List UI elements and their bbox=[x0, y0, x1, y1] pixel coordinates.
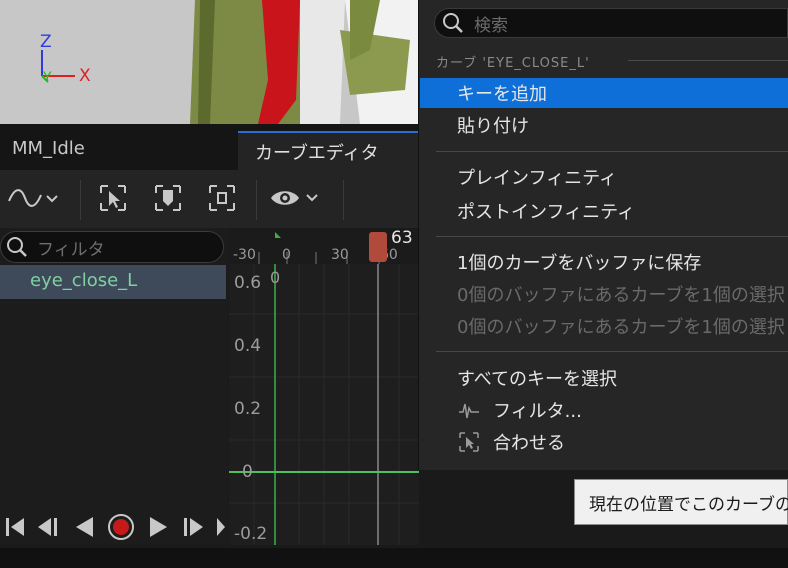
step-back-icon bbox=[38, 518, 57, 536]
curve-list-item-label: eye_close_L bbox=[30, 270, 138, 291]
y-axis-label: 0.2 bbox=[234, 399, 262, 419]
menu-item-filter[interactable]: フィルタ... bbox=[493, 397, 582, 423]
menu-item-paste[interactable]: 貼り付け bbox=[457, 112, 529, 138]
curve-view-mode-button[interactable] bbox=[4, 178, 62, 218]
curve-list-item[interactable]: eye_close_L bbox=[0, 265, 226, 299]
retime-tool-button[interactable] bbox=[151, 178, 185, 218]
ruler-tick-label: 30 bbox=[331, 247, 349, 263]
key-frame-label: 0 bbox=[270, 268, 281, 287]
play-reverse-icon bbox=[76, 517, 93, 537]
tab-mm-idle[interactable]: MM_Idle bbox=[12, 138, 85, 159]
menu-item-fit[interactable]: 合わせる bbox=[493, 429, 565, 455]
menu-divider bbox=[436, 236, 788, 237]
menu-item-add-key[interactable]: キーを追加 bbox=[457, 80, 547, 106]
ruler-tick-label: 0 bbox=[282, 247, 291, 263]
y-axis-label: -0.2 bbox=[234, 524, 268, 544]
menu-item-select-all-keys[interactable]: すべてのキーを選択 bbox=[457, 365, 617, 391]
play-reverse-button[interactable] bbox=[70, 513, 98, 541]
viewport-3d[interactable]: Z Y X bbox=[0, 0, 420, 124]
fit-icon bbox=[459, 432, 479, 452]
toolbar-separator bbox=[80, 180, 81, 220]
record-button[interactable] bbox=[105, 513, 137, 541]
menu-item-store-buffer[interactable]: 1個のカーブをバッファに保存 bbox=[457, 249, 701, 275]
play-icon bbox=[150, 517, 167, 537]
tab-curve-editor[interactable]: カーブエディタ bbox=[238, 131, 420, 170]
toolbar-separator bbox=[256, 180, 257, 220]
curve-filter-placeholder: フィルタ bbox=[37, 240, 105, 260]
axis-x-label: X bbox=[79, 66, 91, 86]
step-forward-icon bbox=[184, 518, 203, 536]
transform-box-icon bbox=[209, 185, 235, 211]
search-icon bbox=[443, 13, 463, 33]
ruler-tick-label: -30 bbox=[233, 247, 256, 263]
y-axis-label: 0.4 bbox=[234, 336, 262, 356]
skip-to-start-icon bbox=[6, 518, 24, 536]
play-forward-button[interactable] bbox=[145, 513, 173, 541]
record-icon bbox=[108, 514, 134, 540]
transform-tool-button[interactable] bbox=[205, 178, 239, 218]
menu-divider bbox=[436, 351, 788, 352]
menu-item-post-infinity[interactable]: ポストインフィニティ bbox=[457, 198, 635, 224]
filter-curve-icon bbox=[459, 403, 479, 419]
go-to-end-button[interactable] bbox=[214, 513, 226, 541]
playhead-handle[interactable] bbox=[369, 232, 387, 262]
toolbar-separator bbox=[343, 180, 344, 220]
menu-divider bbox=[436, 151, 788, 152]
tooltip: 現在の位置でこのカーブの bbox=[574, 479, 788, 525]
menu-search-input[interactable]: 検索 bbox=[434, 8, 788, 38]
menu-item-apply-buffer[interactable]: 0個のバッファにあるカーブを1個の選択 bbox=[457, 281, 785, 307]
visibility-options-button[interactable] bbox=[268, 178, 324, 218]
select-cursor-icon bbox=[100, 185, 126, 211]
axis-z-label: Z bbox=[40, 32, 52, 52]
curve-wave-icon bbox=[8, 189, 58, 207]
eye-icon bbox=[271, 191, 318, 205]
menu-section-divider bbox=[628, 60, 788, 61]
menu-search-placeholder: 検索 bbox=[474, 16, 508, 36]
next-frame-button[interactable] bbox=[180, 513, 208, 541]
timeline-ruler[interactable]: -30 0 30 60 63 bbox=[229, 228, 419, 264]
retime-icon bbox=[155, 185, 181, 211]
menu-item-pre-infinity[interactable]: プレインフィニティ bbox=[457, 164, 617, 190]
y-axis-label: 0.6 bbox=[234, 273, 262, 293]
y-axis-label: 0 bbox=[242, 462, 253, 482]
playhead-frame-label: 63 bbox=[391, 228, 413, 248]
search-icon bbox=[7, 237, 27, 257]
skip-to-end-icon bbox=[217, 518, 225, 536]
select-tool-button[interactable] bbox=[96, 178, 130, 218]
status-bar bbox=[0, 548, 788, 568]
menu-item-apply-buffer-2[interactable]: 0個のバッファにあるカーブを1個の選択 bbox=[457, 313, 785, 339]
go-to-start-button[interactable] bbox=[2, 513, 28, 541]
curve-filter-input[interactable]: フィルタ bbox=[0, 231, 224, 263]
tab-curve-editor-label: カーブエディタ bbox=[255, 143, 379, 164]
menu-section-header: カーブ 'EYE_CLOSE_L' bbox=[436, 56, 590, 71]
axis-y-label: Y bbox=[43, 70, 52, 86]
tooltip-text: 現在の位置でこのカーブの bbox=[589, 495, 788, 515]
previous-frame-button[interactable] bbox=[34, 513, 62, 541]
